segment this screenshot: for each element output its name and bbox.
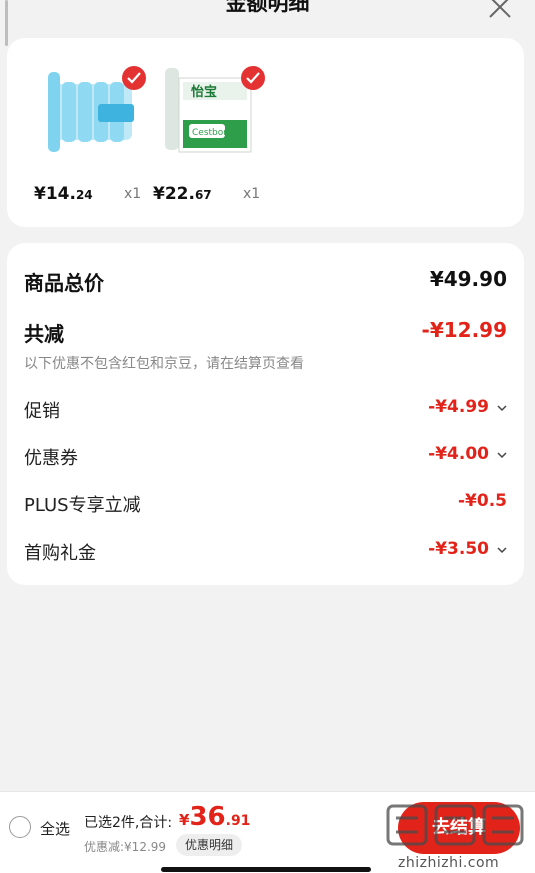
total-price-value: ¥49.90	[429, 267, 507, 291]
order-total: ¥36.91	[179, 802, 251, 832]
promotion-label: 促销	[24, 401, 60, 422]
total-price-label: 商品总价	[24, 271, 104, 295]
svg-text:怡宝: 怡宝	[191, 84, 217, 100]
product-qty: x1	[124, 186, 142, 202]
chevron-down-icon[interactable]	[497, 543, 507, 557]
product-item[interactable]: 怡宝 Cestbon ¥22.67 x1	[153, 64, 265, 214]
selected-check-icon[interactable]	[241, 66, 265, 90]
product-image[interactable]: 怡宝 Cestbon	[161, 64, 265, 164]
first-purchase-gift-value: -¥3.50	[428, 539, 489, 559]
discount-note: 以下优惠不包含红包和京豆，请在结算页查看	[24, 356, 304, 372]
total-reduction-label: 共减	[24, 322, 64, 346]
product-price: ¥22.67	[153, 184, 212, 204]
coupon-label: 优惠券	[24, 448, 78, 469]
product-price: ¥14.24	[34, 184, 93, 204]
selected-check-icon[interactable]	[122, 66, 146, 90]
close-icon[interactable]	[487, 0, 513, 20]
product-qty: x1	[243, 186, 261, 202]
discount-detail-button[interactable]: 优惠明细	[176, 834, 243, 856]
plus-discount-row: PLUS专享立减 -¥0.5	[24, 491, 507, 521]
coupon-row[interactable]: 优惠券 -¥4.00	[24, 444, 507, 474]
plus-discount-value: -¥0.5	[458, 491, 507, 511]
first-purchase-gift-row[interactable]: 首购礼金 -¥3.50	[24, 539, 507, 569]
svg-text:Cestbon: Cestbon	[192, 128, 229, 138]
page-title: 金额明细	[225, 0, 310, 15]
header: 金额明细	[0, 0, 535, 46]
chevron-down-icon[interactable]	[497, 401, 507, 415]
select-all-label[interactable]: 全选	[40, 818, 70, 839]
watermark-text: zhizhizhi.com	[398, 855, 500, 871]
selected-count-text: 已选2件,合计:	[84, 815, 173, 831]
amount-summary-card: 商品总价 ¥49.90 共减 -¥12.99 以下优惠不包含红包和京豆，请在结算…	[7, 243, 524, 585]
select-all-radio[interactable]	[9, 816, 31, 838]
products-card: ¥14.24 x1 怡宝 Cestbon ¥22.67 x1	[7, 38, 524, 227]
checkout-bar: 全选 已选2件,合计: ¥36.91 优惠减:¥12.99 优惠明细 去结算 z…	[0, 791, 535, 873]
product-image[interactable]	[42, 64, 146, 164]
plus-discount-label: PLUS专享立减	[24, 495, 141, 516]
chevron-down-icon[interactable]	[497, 448, 507, 462]
total-reduction-value: -¥12.99	[421, 318, 507, 342]
discount-amount: 优惠减:¥12.99	[84, 840, 167, 854]
promotion-row[interactable]: 促销 -¥4.99	[24, 397, 507, 427]
first-purchase-gift-label: 首购礼金	[24, 543, 96, 564]
checkout-button[interactable]: 去结算	[398, 802, 520, 854]
product-item[interactable]: ¥14.24 x1	[34, 64, 146, 214]
home-indicator	[161, 867, 371, 872]
total-price-row: 商品总价 ¥49.90	[24, 267, 507, 297]
promotion-value: -¥4.99	[428, 397, 489, 417]
total-reduction-row: 共减 -¥12.99	[24, 318, 507, 348]
coupon-value: -¥4.00	[428, 444, 489, 464]
